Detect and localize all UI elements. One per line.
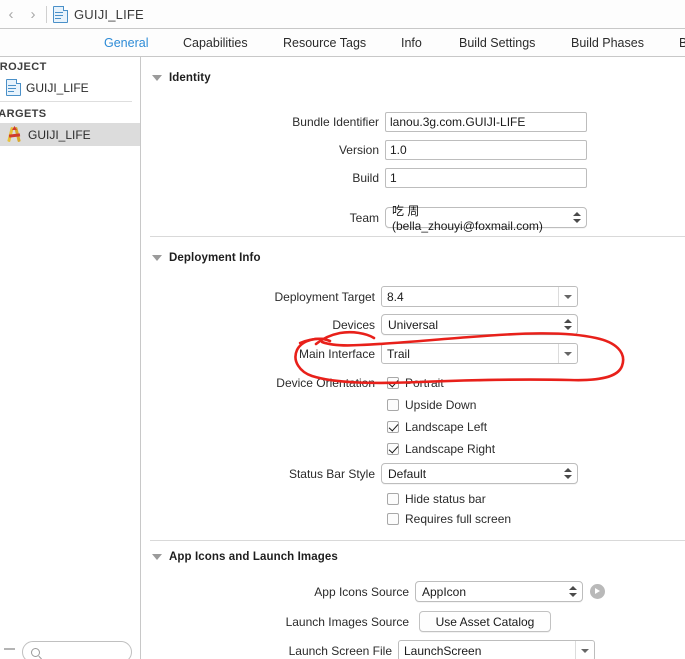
project-document-icon — [6, 79, 21, 96]
disclosure-triangle-open-icon[interactable] — [152, 75, 162, 81]
chevron-down-icon[interactable] — [558, 344, 577, 363]
version-label: Version — [338, 143, 379, 157]
section-divider — [150, 236, 685, 237]
devices-value: Universal — [388, 317, 439, 332]
checkbox-icon[interactable] — [387, 513, 399, 525]
tab-build-phases[interactable]: Build Phases — [571, 36, 644, 50]
status-bar-style-popup-button[interactable]: Default — [381, 463, 578, 484]
checkbox-landscape-right[interactable]: Landscape Right — [387, 442, 495, 456]
use-asset-catalog-button[interactable]: Use Asset Catalog — [419, 611, 551, 632]
arrow-right-circle-icon[interactable] — [590, 584, 605, 599]
team-value: 吃 周 (bella_zhouyi@foxmail.com) — [392, 204, 543, 233]
deployment-target-combobox[interactable]: 8.4 — [381, 286, 578, 307]
sidebar-project-label: GUIJI_LIFE — [26, 80, 89, 95]
section-header-app-icons[interactable]: App Icons and Launch Images — [152, 551, 338, 563]
stepper-icon — [563, 464, 572, 483]
search-input[interactable] — [22, 641, 132, 659]
sidebar-header-targets: TARGETS — [0, 108, 47, 120]
sidebar-header-project: PROJECT — [0, 61, 47, 73]
sidebar-divider — [0, 101, 132, 102]
checkbox-label: Hide status bar — [405, 492, 486, 506]
disclosure-triangle-open-icon[interactable] — [152, 255, 162, 261]
device-orientation-label: Device Orientation — [276, 376, 375, 390]
checkbox-label: Landscape Left — [405, 420, 488, 434]
checkbox-label: Requires full screen — [405, 512, 512, 526]
section-title-identity: Identity — [169, 72, 211, 84]
project-navigator-sidebar: PROJECT GUIJI_LIFE TARGETS GUIJI_LIFE — [0, 57, 140, 659]
jump-bar: ‹ › GUIJI_LIFE — [0, 0, 685, 29]
deployment-target-label: Deployment Target — [274, 289, 376, 304]
app-icons-source-value: AppIcon — [422, 584, 467, 599]
build-label: Build — [352, 171, 379, 185]
launch-screen-file-label: Launch Screen File — [288, 643, 392, 658]
sidebar-item-target-guiji-life[interactable]: GUIJI_LIFE — [0, 123, 140, 146]
tab-general[interactable]: General — [104, 36, 148, 50]
checkbox-icon[interactable] — [387, 399, 399, 411]
tab-resource-tags[interactable]: Resource Tags — [283, 36, 366, 50]
section-title-deployment-info: Deployment Info — [169, 252, 261, 264]
launch-screen-file-value: LaunchScreen — [404, 643, 482, 658]
checkbox-label: Landscape Right — [405, 442, 496, 456]
checkbox-icon[interactable] — [387, 443, 399, 455]
status-bar-style-value: Default — [388, 466, 427, 481]
section-header-identity[interactable]: Identity — [152, 72, 211, 84]
editor-tab-bar: General Capabilities Resource Tags Info … — [0, 29, 685, 57]
minus-icon[interactable] — [4, 648, 15, 650]
devices-label: Devices — [332, 317, 375, 332]
checkbox-landscape-left[interactable]: Landscape Left — [387, 420, 487, 434]
back-button[interactable]: ‹ — [0, 0, 22, 29]
team-label: Team — [349, 210, 379, 225]
sidebar-item-project-guiji-life[interactable]: GUIJI_LIFE — [0, 76, 140, 99]
checkbox-portrait[interactable]: Portrait — [387, 376, 444, 390]
chevron-down-icon[interactable] — [575, 641, 594, 659]
xcode-project-editor-window: ‹ › GUIJI_LIFE General Capabilities Reso… — [0, 0, 685, 659]
team-popup-button[interactable]: 吃 周 (bella_zhouyi@foxmail.com) — [385, 204, 587, 233]
launch-images-source-label: Launch Images Source — [285, 614, 409, 629]
main-interface-label: Main Interface — [298, 346, 375, 361]
search-icon — [31, 648, 40, 657]
section-divider — [150, 540, 685, 541]
app-target-icon — [6, 126, 23, 143]
app-icons-source-popup-button[interactable]: AppIcon — [415, 581, 583, 602]
launch-screen-file-combobox[interactable]: LaunchScreen — [398, 640, 595, 659]
jump-bar-title[interactable]: GUIJI_LIFE — [74, 7, 144, 22]
stepper-icon — [568, 582, 577, 601]
checkbox-requires-full-screen[interactable]: Requires full screen — [387, 512, 511, 526]
checkbox-hide-status-bar[interactable]: Hide status bar — [387, 492, 486, 506]
main-interface-combobox[interactable]: Trail — [381, 343, 578, 364]
main-interface-value: Trail — [387, 346, 410, 361]
jump-bar-divider — [46, 5, 47, 23]
checkbox-label: Portrait — [405, 376, 444, 390]
checkbox-label: Upside Down — [405, 398, 477, 412]
devices-popup-button[interactable]: Universal — [381, 314, 578, 335]
tab-build-settings[interactable]: Build Settings — [459, 36, 535, 50]
tab-capabilities[interactable]: Capabilities — [183, 36, 248, 50]
project-document-icon — [53, 5, 68, 23]
stepper-icon — [563, 315, 572, 334]
checkbox-icon[interactable] — [387, 493, 399, 505]
checkbox-upside-down[interactable]: Upside Down — [387, 398, 476, 412]
stepper-icon — [572, 208, 581, 227]
disclosure-triangle-open-icon[interactable] — [152, 554, 162, 560]
status-bar-style-label: Status Bar Style — [288, 466, 375, 481]
section-title-app-icons: App Icons and Launch Images — [169, 551, 338, 563]
section-header-deployment-info[interactable]: Deployment Info — [152, 252, 261, 264]
sidebar-target-label: GUIJI_LIFE — [28, 127, 91, 142]
checkbox-icon[interactable] — [387, 377, 399, 389]
checkbox-icon[interactable] — [387, 421, 399, 433]
build-input[interactable]: 1 — [385, 168, 587, 188]
bundle-identifier-label: Bundle Identifier — [292, 115, 379, 129]
bundle-identifier-input[interactable]: lanou.3g.com.GUIJI-LIFE — [385, 112, 587, 132]
tab-build-rules[interactable]: B — [679, 36, 685, 50]
version-input[interactable]: 1.0 — [385, 140, 587, 160]
forward-button[interactable]: › — [22, 0, 44, 29]
sidebar-footer — [0, 627, 140, 659]
app-icons-source-label: App Icons Source — [314, 584, 409, 599]
general-settings-pane: Identity Bundle Identifier lanou.3g.com.… — [141, 57, 685, 659]
deployment-target-value: 8.4 — [387, 289, 404, 304]
chevron-down-icon[interactable] — [558, 287, 577, 306]
tab-info[interactable]: Info — [401, 36, 422, 50]
